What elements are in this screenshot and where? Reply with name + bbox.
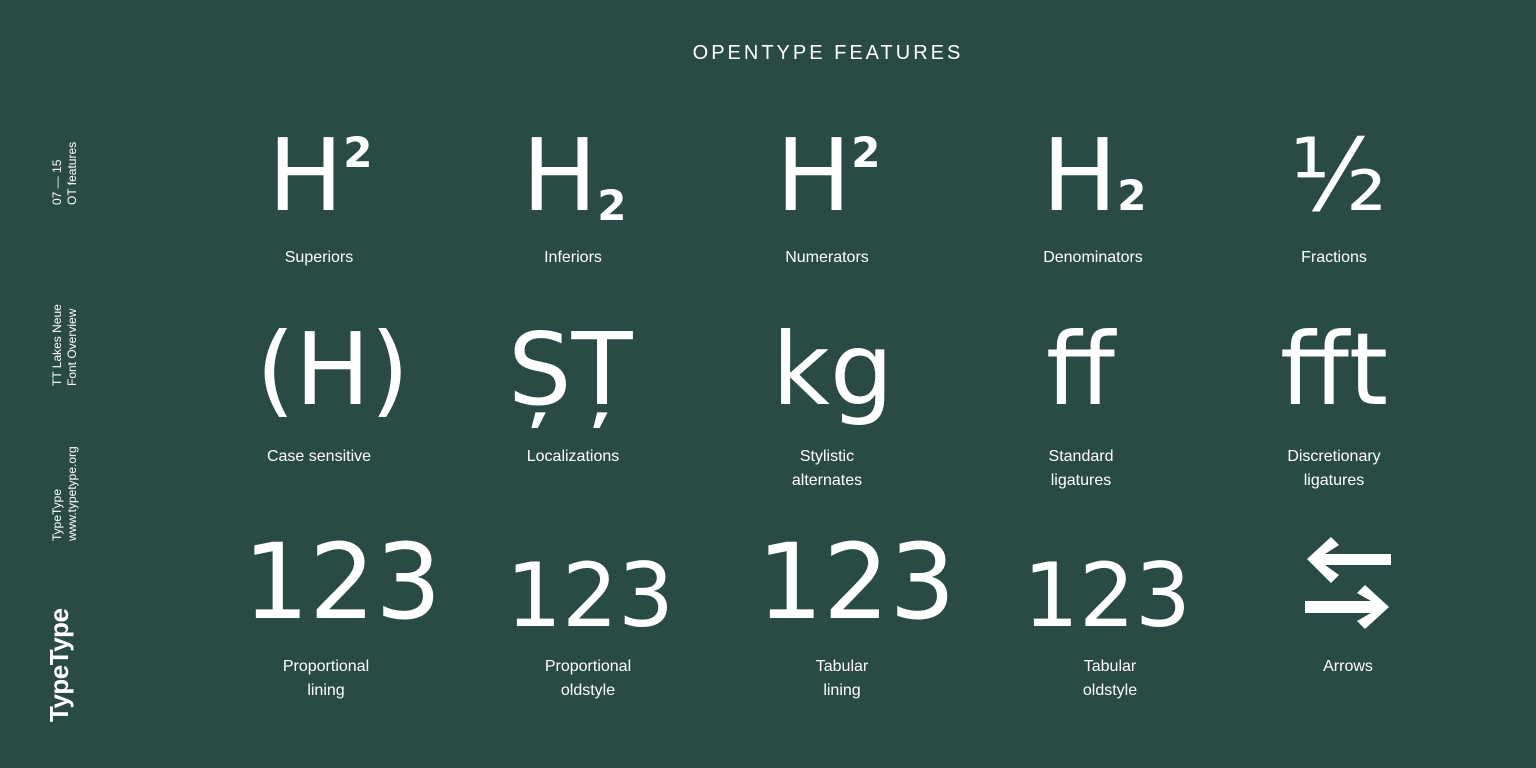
fractions-glyph: ½ [1290,117,1387,234]
font-doc-title: Font Overview [65,308,79,386]
right-arrow-icon [1305,585,1389,629]
discretionary-ligatures-label: Discretionary ligatures [1287,448,1381,489]
stylistic-glyph: kg [772,311,894,428]
arrows-icon [1305,537,1391,629]
proportional-lining-label: Proportional lining [282,658,370,699]
standard-ligatures-label: Standard ligatures [1048,448,1114,489]
denominators-glyph: H2 [1042,117,1147,234]
proportional-oldstyle-glyph: 123 [506,544,674,647]
page-number: 07 — 15 [50,159,64,205]
localizations-glyph: ȘȚ [508,311,633,428]
denominators-label: Denominators [1043,249,1143,266]
discretionary-ligatures-glyph: fft [1280,311,1389,428]
page-title: OPENTYPE FEATURES [692,42,964,64]
tabular-lining-glyph: 123 [757,521,956,643]
brand-name: TypeType [50,488,64,541]
font-name: TT Lakes Neue [50,304,64,386]
arrows-label: Arrows [1323,658,1373,675]
numerators-label: Numerators [785,249,869,266]
tabular-oldstyle-label: Tabular oldstyle [1082,658,1138,699]
sidebar-page-info: 07 — 15 OT features [50,142,80,205]
page-section: OT features [65,141,79,205]
sidebar-font-info: TT Lakes Neue Font Overview [50,304,80,386]
numerators-glyph: H2 [776,117,881,234]
tabular-lining-label: Tabular lining [815,658,869,699]
localizations-label: Localizations [526,448,620,465]
brand-logo: TypeType [44,608,74,722]
tabular-oldstyle-glyph: 123 [1023,544,1191,647]
case-sensitive-label: Case sensitive [266,448,372,465]
standard-ligatures-glyph: ff [1046,311,1115,428]
brand-url: www.typetype.org [65,446,79,541]
left-arrow-icon [1307,537,1391,583]
inferiors-label: Inferiors [544,249,602,266]
inferiors-glyph: H2 [522,117,627,234]
stylistic-label: Stylistic alternates [791,448,863,489]
superiors-glyph: H2 [268,117,373,234]
superiors-label: Superiors [284,249,354,266]
case-sensitive-glyph: (H) [256,311,410,428]
proportional-lining-glyph: 123 [243,521,442,643]
sidebar-brand-info: TypeType www.typetype.org [50,446,80,541]
fractions-label: Fractions [1301,249,1367,266]
proportional-oldstyle-label: Proportional oldstyle [544,658,632,699]
